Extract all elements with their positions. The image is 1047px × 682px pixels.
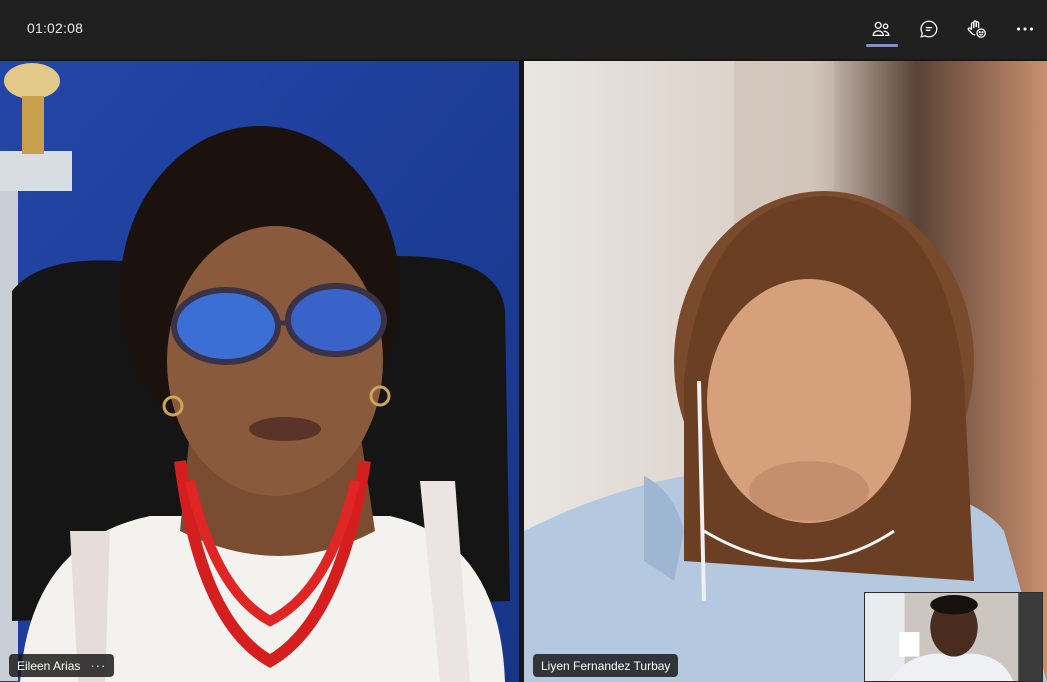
more-options-button[interactable]	[1008, 12, 1042, 46]
participant-tile-eileen[interactable]: Eileen Arias ···	[0, 61, 519, 682]
chat-icon	[920, 20, 938, 38]
meeting-header: 01:02:08	[0, 0, 1047, 58]
participant-more-options[interactable]: ···	[90, 658, 106, 673]
participant-video	[0, 61, 519, 682]
self-view-video[interactable]	[864, 592, 1043, 682]
people-button[interactable]	[864, 12, 898, 46]
participant-name-tag: Eileen Arias ···	[9, 654, 115, 677]
participant-name: Liyen Fernandez Turbay	[541, 658, 671, 673]
meeting-timer: 01:02:08	[27, 20, 84, 36]
chat-button[interactable]	[912, 12, 946, 46]
more-options-icon	[1017, 27, 1033, 31]
reactions-button[interactable]	[960, 12, 994, 46]
active-tab-indicator	[866, 44, 898, 47]
people-icon	[872, 21, 890, 37]
self-view-image	[865, 593, 1042, 681]
reactions-icon	[967, 20, 986, 38]
participant-tile-liyen[interactable]: Liyen Fernandez Turbay	[524, 61, 1047, 682]
participant-name: Eileen Arias	[17, 658, 81, 673]
participant-video	[524, 61, 1047, 682]
participant-name-tag: Liyen Fernandez Turbay	[533, 654, 679, 677]
